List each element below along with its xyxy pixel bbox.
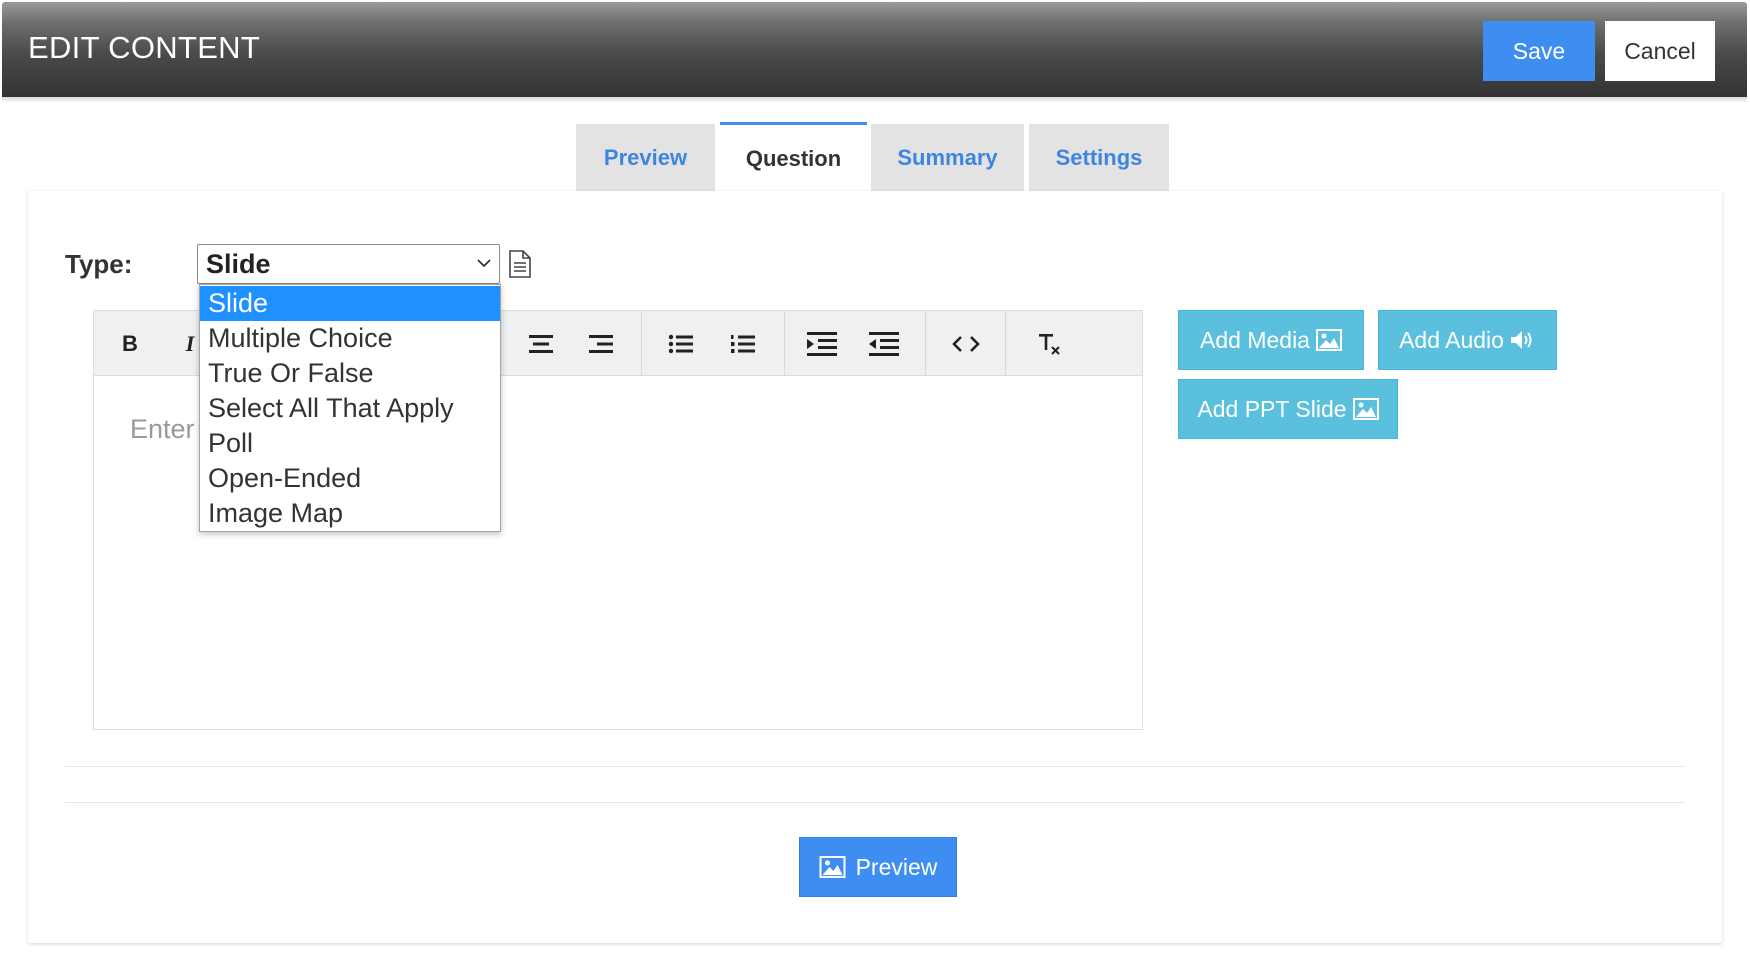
add-ppt-slide-label: Add PPT Slide bbox=[1197, 395, 1347, 422]
image-icon bbox=[1315, 329, 1342, 351]
dialog-title: EDIT CONTENT bbox=[28, 30, 261, 65]
toolbar-separator bbox=[641, 311, 642, 376]
type-label: Type: bbox=[65, 249, 133, 279]
tab-bar: Preview Question Summary Settings bbox=[0, 122, 1750, 192]
preview-button-label: Preview bbox=[855, 853, 938, 880]
tab-summary[interactable]: Summary bbox=[871, 124, 1024, 192]
add-ppt-slide-button[interactable]: Add PPT Slide bbox=[1178, 379, 1398, 439]
header-shadow bbox=[2, 97, 1747, 103]
type-select-value: Slide bbox=[206, 248, 271, 279]
type-select[interactable]: Slide bbox=[197, 244, 500, 284]
outdent-icon[interactable] bbox=[854, 311, 914, 376]
align-right-icon[interactable] bbox=[571, 311, 631, 376]
bulleted-list-icon[interactable] bbox=[651, 311, 711, 376]
type-option-open-ended[interactable]: Open-Ended bbox=[200, 461, 500, 496]
bold-icon[interactable]: B bbox=[100, 311, 160, 376]
type-option-slide[interactable]: Slide bbox=[200, 286, 500, 321]
type-option-select-all[interactable]: Select All That Apply bbox=[200, 391, 500, 426]
toolbar-separator bbox=[1005, 311, 1006, 376]
numbered-list-icon[interactable] bbox=[713, 311, 773, 376]
preview-button[interactable]: Preview bbox=[799, 837, 957, 897]
tab-preview[interactable]: Preview bbox=[576, 124, 715, 192]
indent-icon[interactable] bbox=[792, 311, 852, 376]
chevron-down-icon bbox=[477, 259, 491, 268]
image-icon bbox=[819, 856, 846, 878]
tab-settings[interactable]: Settings bbox=[1029, 124, 1169, 192]
add-audio-label: Add Audio bbox=[1399, 326, 1504, 353]
type-option-true-or-false[interactable]: True Or False bbox=[200, 356, 500, 391]
clear-format-icon[interactable] bbox=[1020, 311, 1080, 376]
add-media-button[interactable]: Add Media bbox=[1178, 310, 1364, 370]
edit-content-dialog: EDIT CONTENT Save Cancel Preview Questio… bbox=[0, 0, 1750, 972]
add-media-label: Add Media bbox=[1200, 326, 1310, 353]
toolbar-separator bbox=[784, 311, 785, 376]
cancel-button[interactable]: Cancel bbox=[1605, 21, 1715, 81]
type-dropdown-list: Slide Multiple Choice True Or False Sele… bbox=[199, 284, 501, 532]
toolbar-separator bbox=[925, 311, 926, 376]
type-option-image-map[interactable]: Image Map bbox=[200, 496, 500, 531]
divider bbox=[65, 766, 1685, 767]
source-code-icon[interactable] bbox=[936, 311, 996, 376]
divider bbox=[65, 802, 1685, 803]
volume-icon bbox=[1510, 331, 1532, 349]
image-icon bbox=[1352, 398, 1379, 420]
align-center-icon[interactable] bbox=[511, 311, 571, 376]
dialog-header: EDIT CONTENT Save Cancel bbox=[2, 2, 1747, 97]
document-icon[interactable] bbox=[507, 249, 533, 279]
type-option-poll[interactable]: Poll bbox=[200, 426, 500, 461]
add-audio-button[interactable]: Add Audio bbox=[1378, 310, 1557, 370]
save-button[interactable]: Save bbox=[1483, 21, 1595, 81]
tab-question[interactable]: Question bbox=[720, 122, 867, 192]
editor-placeholder: Enter bbox=[130, 414, 195, 444]
type-option-multiple-choice[interactable]: Multiple Choice bbox=[200, 321, 500, 356]
